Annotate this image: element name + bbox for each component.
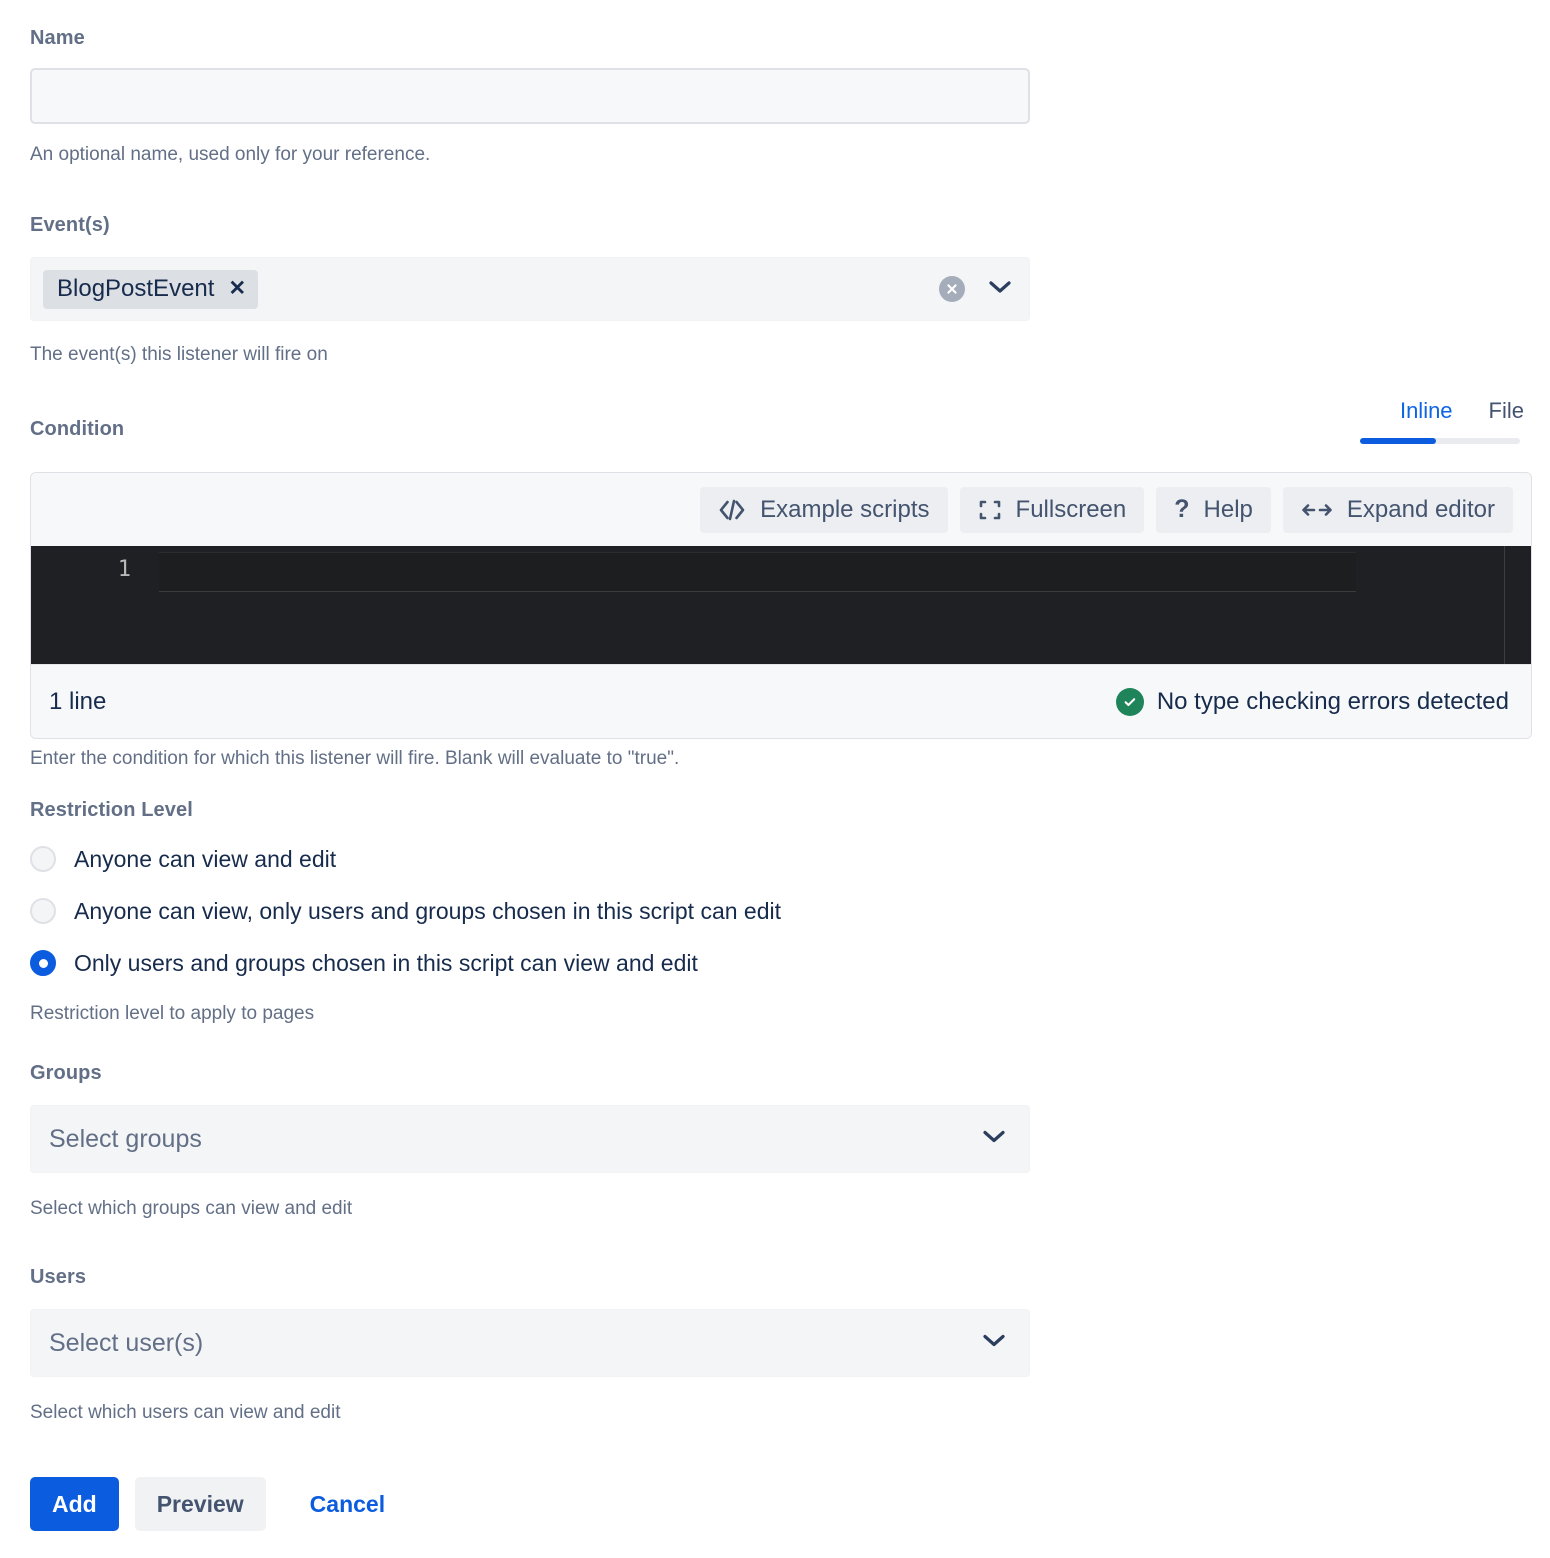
editor-ruler-line bbox=[1504, 546, 1505, 664]
tab-underline-track bbox=[1360, 438, 1520, 444]
clear-circle-icon[interactable] bbox=[939, 276, 965, 302]
type-check-status-label: No type checking errors detected bbox=[1156, 687, 1509, 715]
restriction-option-chosen-view-edit[interactable]: Only users and groups chosen in this scr… bbox=[30, 950, 1030, 976]
name-label: Name bbox=[30, 27, 85, 49]
events-multiselect[interactable]: BlogPostEvent ✕ bbox=[30, 257, 1030, 321]
tab-active-indicator bbox=[1360, 438, 1436, 444]
editor-code-lines[interactable] bbox=[159, 546, 1531, 664]
left-right-arrows-icon bbox=[1301, 501, 1333, 519]
event-chip-label: BlogPostEvent bbox=[57, 274, 215, 302]
condition-source-tabs: Inline File bbox=[1332, 400, 1532, 444]
radio-dot bbox=[38, 958, 48, 968]
restriction-level-label: Restriction Level bbox=[30, 799, 193, 821]
events-label: Event(s) bbox=[30, 214, 110, 236]
restriction-option-label: Anyone can view and edit bbox=[74, 845, 337, 872]
chevron-down-icon[interactable] bbox=[981, 1333, 1007, 1354]
condition-help-text: Enter the condition for which this liste… bbox=[30, 748, 680, 769]
radio-icon[interactable] bbox=[30, 846, 56, 872]
users-select-placeholder: Select user(s) bbox=[49, 1328, 204, 1357]
event-chip[interactable]: BlogPostEvent ✕ bbox=[43, 269, 259, 309]
example-scripts-button[interactable]: Example scripts bbox=[700, 486, 948, 533]
groups-field-group: Groups Select groups Select which groups… bbox=[30, 1063, 1030, 1222]
users-label: Users bbox=[30, 1266, 87, 1288]
editor-status-bar: 1 line No type checking errors detected bbox=[31, 664, 1531, 738]
tab-file[interactable]: File bbox=[1489, 400, 1524, 422]
fullscreen-label: Fullscreen bbox=[1015, 495, 1127, 523]
line-count-label: 1 line bbox=[49, 687, 107, 715]
fullscreen-button[interactable]: Fullscreen bbox=[959, 486, 1145, 533]
expand-editor-button[interactable]: Expand editor bbox=[1282, 486, 1513, 533]
form-actions: Add Preview Cancel bbox=[30, 1477, 397, 1531]
current-line-highlight bbox=[159, 552, 1356, 592]
editor-toolbar: Example scripts Fullscreen ? Help Expand… bbox=[31, 473, 1531, 546]
help-button[interactable]: ? Help bbox=[1156, 486, 1271, 533]
events-field-group: Event(s) BlogPostEvent ✕ The event(s) th… bbox=[30, 215, 1030, 368]
restriction-option-anyone-view-chosen-edit[interactable]: Anyone can view, only users and groups c… bbox=[30, 898, 1030, 924]
name-help-text: An optional name, used only for your ref… bbox=[30, 144, 431, 165]
users-field-group: Users Select user(s) Select which users … bbox=[30, 1267, 1030, 1426]
restriction-option-label: Anyone can view, only users and groups c… bbox=[74, 897, 782, 924]
restriction-help-text: Restriction level to apply to pages bbox=[30, 1003, 315, 1024]
code-brackets-icon bbox=[718, 499, 746, 521]
code-editor[interactable]: 1 bbox=[31, 546, 1531, 664]
editor-line-number: 1 bbox=[117, 557, 131, 582]
question-mark-icon: ? bbox=[1174, 495, 1190, 523]
groups-help-text: Select which groups can view and edit bbox=[30, 1198, 353, 1219]
name-input[interactable] bbox=[30, 68, 1030, 124]
events-help-text: The event(s) this listener will fire on bbox=[30, 344, 328, 365]
groups-select[interactable]: Select groups bbox=[30, 1105, 1030, 1173]
type-check-status: No type checking errors detected bbox=[1115, 687, 1509, 716]
restriction-option-label: Only users and groups chosen in this scr… bbox=[74, 949, 698, 976]
event-chip-remove-icon[interactable]: ✕ bbox=[228, 278, 246, 299]
help-label: Help bbox=[1203, 495, 1253, 523]
restriction-level-group: Restriction Level Anyone can view and ed… bbox=[30, 800, 1030, 1027]
tab-inline[interactable]: Inline bbox=[1400, 400, 1453, 422]
add-button[interactable]: Add bbox=[30, 1477, 119, 1531]
radio-icon-selected[interactable] bbox=[30, 950, 56, 976]
users-help-text: Select which users can view and edit bbox=[30, 1402, 341, 1423]
groups-select-placeholder: Select groups bbox=[49, 1124, 202, 1153]
condition-label: Condition bbox=[30, 418, 125, 440]
preview-button[interactable]: Preview bbox=[134, 1477, 266, 1531]
radio-icon[interactable] bbox=[30, 898, 56, 924]
chevron-down-icon[interactable] bbox=[987, 279, 1013, 300]
users-select[interactable]: Select user(s) bbox=[30, 1309, 1030, 1377]
condition-editor-panel: Example scripts Fullscreen ? Help Expand… bbox=[30, 472, 1532, 739]
groups-label: Groups bbox=[30, 1062, 102, 1084]
cancel-button[interactable]: Cancel bbox=[298, 1477, 397, 1531]
fullscreen-corners-icon bbox=[978, 498, 1002, 522]
green-check-circle-icon bbox=[1115, 687, 1144, 716]
restriction-option-anyone-view-edit[interactable]: Anyone can view and edit bbox=[30, 846, 1030, 872]
example-scripts-label: Example scripts bbox=[760, 495, 930, 523]
chevron-down-icon[interactable] bbox=[981, 1129, 1007, 1150]
script-listener-form: Name An optional name, used only for you… bbox=[0, 0, 1550, 1558]
name-field-group: Name An optional name, used only for you… bbox=[30, 28, 1030, 168]
events-multiselect-actions bbox=[939, 276, 1013, 302]
expand-editor-label: Expand editor bbox=[1346, 495, 1495, 523]
